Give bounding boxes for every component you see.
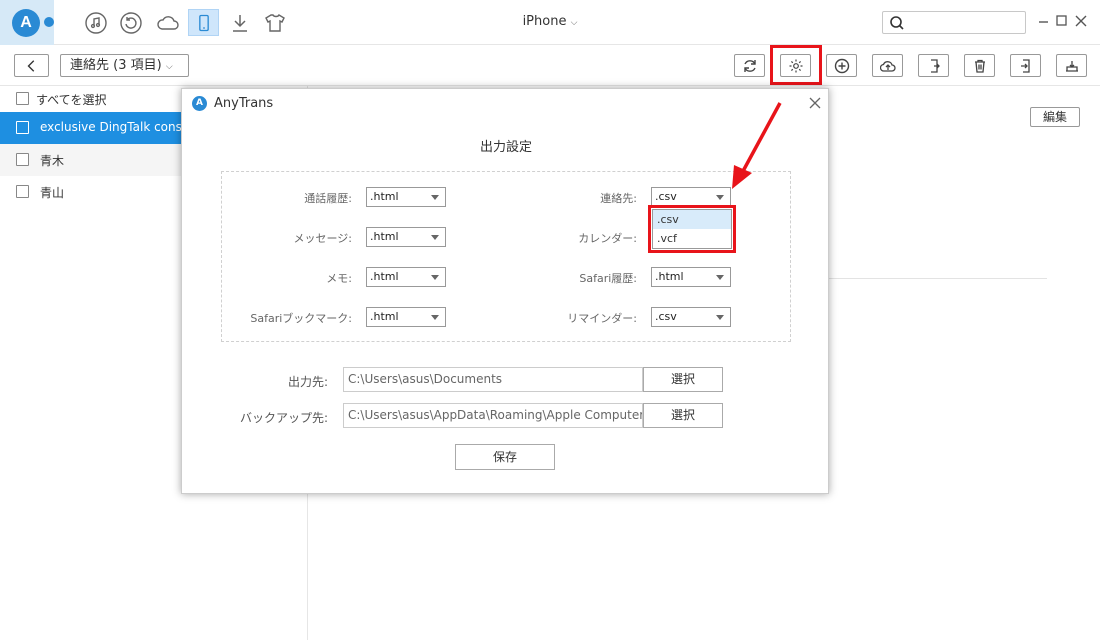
reminders-format-select[interactable]: .csv	[651, 307, 731, 327]
close-icon	[809, 97, 821, 109]
list-item-label: 青木	[40, 154, 65, 168]
history-icon[interactable]	[119, 11, 143, 35]
app-logo-button[interactable]: A	[0, 0, 54, 45]
download-icon[interactable]	[228, 11, 252, 35]
dialog-app-name: AnyTrans	[214, 96, 274, 111]
select-value: .html	[370, 190, 399, 203]
safari-history-format-select[interactable]: .html	[651, 267, 731, 287]
annotation-arrow-icon	[732, 102, 782, 189]
dropdown-arrow-icon	[716, 315, 724, 320]
output-path-label: 出力先:	[287, 375, 328, 389]
chevron-down-icon: ⌵	[570, 18, 578, 28]
trash-icon	[975, 59, 985, 73]
messages-label: メッセージ:	[293, 232, 353, 245]
chevron-down-icon: ⌵	[165, 62, 173, 72]
call-history-label: 通話履歴:	[304, 192, 352, 205]
add-button[interactable]	[826, 54, 857, 77]
add-icon	[834, 58, 850, 74]
highlight-box-dropdown	[648, 205, 736, 253]
dropdown-arrow-icon	[431, 235, 439, 240]
select-all-label: すべてを選択	[36, 93, 107, 107]
tshirt-icon[interactable]	[263, 11, 287, 35]
chevron-left-icon	[27, 60, 35, 72]
dropdown-arrow-icon	[431, 275, 439, 280]
device-selector[interactable]: iPhone ⌵	[500, 14, 600, 29]
dropdown-arrow-icon	[716, 275, 724, 280]
list-item-checkbox[interactable]	[16, 121, 29, 134]
send-to-device-icon	[1066, 61, 1078, 72]
import-icon	[1021, 59, 1030, 73]
maximize-icon[interactable]	[1054, 13, 1070, 29]
import-button[interactable]	[1010, 54, 1041, 77]
app-logo-icon: A	[12, 9, 40, 37]
search-input[interactable]	[882, 11, 1026, 34]
notes-label: メモ:	[326, 272, 352, 285]
backup-path-label: バックアップ先:	[239, 411, 328, 425]
format-settings-group: 通話履歴: .html メッセージ: .html メモ: .html Safar…	[221, 171, 791, 342]
edit-button[interactable]: 編集	[1030, 107, 1080, 127]
dropdown-arrow-icon	[431, 195, 439, 200]
export-button[interactable]	[918, 54, 949, 77]
dropdown-arrow-icon	[431, 315, 439, 320]
select-value: .html	[370, 270, 399, 283]
logo-dropdown-icon	[44, 17, 54, 27]
breadcrumb: 連絡先 (3 項目)	[70, 58, 162, 73]
reminders-label: リマインダー:	[567, 312, 637, 325]
select-value: .csv	[655, 190, 677, 203]
device-tab[interactable]	[188, 9, 219, 36]
toolbar: 連絡先 (3 項目) ⌵	[0, 45, 1100, 86]
backup-choose-button[interactable]: 選択	[643, 403, 723, 428]
safari-bookmarks-label: Safariブックマーク:	[250, 312, 352, 325]
dropdown-arrow-icon	[716, 195, 724, 200]
divider	[829, 278, 1047, 279]
dialog-close-button[interactable]	[808, 96, 822, 110]
backup-path-field[interactable]: C:\Users\asus\AppData\Roaming\Apple Comp…	[343, 403, 643, 428]
select-value: .html	[370, 310, 399, 323]
delete-button[interactable]	[964, 54, 995, 77]
cloud-icon[interactable]	[156, 11, 180, 35]
output-path-field[interactable]: C:\Users\asus\Documents	[343, 367, 643, 392]
close-icon[interactable]	[1073, 13, 1089, 29]
messages-format-select[interactable]: .html	[366, 227, 446, 247]
select-all-checkbox[interactable]	[16, 92, 29, 105]
category-selector[interactable]: 連絡先 (3 項目) ⌵	[60, 54, 189, 77]
safari-bookmarks-format-select[interactable]: .html	[366, 307, 446, 327]
list-item-checkbox[interactable]	[16, 185, 29, 198]
export-icon	[931, 59, 940, 73]
call-history-format-select[interactable]: .html	[366, 187, 446, 207]
save-button[interactable]: 保存	[455, 444, 555, 470]
safari-history-label: Safari履歴:	[579, 272, 637, 285]
highlight-box-settings	[770, 45, 822, 85]
minimize-icon[interactable]	[1036, 13, 1052, 29]
contacts-label: 連絡先:	[600, 192, 637, 205]
output-choose-button[interactable]: 選択	[643, 367, 723, 392]
contacts-format-select[interactable]: .csv	[651, 187, 731, 207]
upload-button[interactable]	[872, 54, 903, 77]
select-value: .html	[370, 230, 399, 243]
notes-format-select[interactable]: .html	[366, 267, 446, 287]
select-value: .csv	[655, 310, 677, 323]
search-icon	[890, 16, 904, 30]
title-bar: A iPhone ⌵	[0, 0, 1100, 45]
select-value: .html	[655, 270, 684, 283]
cloud-upload-icon	[880, 61, 896, 72]
back-button[interactable]	[14, 54, 49, 77]
list-item-checkbox[interactable]	[16, 153, 29, 166]
anytrans-logo-icon: A	[192, 96, 207, 111]
calendar-label: カレンダー:	[578, 232, 637, 245]
music-icon[interactable]	[84, 11, 108, 35]
device-name: iPhone	[522, 14, 567, 29]
refresh-icon	[744, 60, 756, 72]
list-item-label: 青山	[40, 186, 65, 200]
send-to-device-button[interactable]	[1056, 54, 1087, 77]
refresh-button[interactable]	[734, 54, 765, 77]
